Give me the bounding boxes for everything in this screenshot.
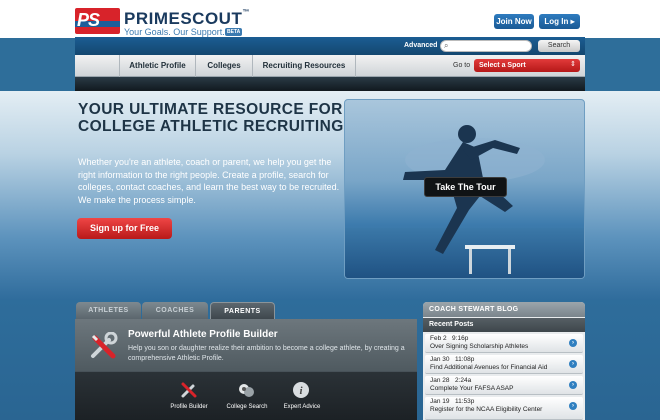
- blog-post[interactable]: Jan 30 11:08p Find Additional Avenues fo…: [425, 355, 583, 374]
- search-button[interactable]: Search: [538, 40, 580, 52]
- post-datetime: Jan 30 11:08p: [430, 356, 474, 363]
- college-search-icon[interactable]: [237, 381, 255, 399]
- post-time: 9:16p: [452, 335, 469, 342]
- join-now-button[interactable]: Join Now: [494, 14, 534, 29]
- blog-post[interactable]: Jan 28 2:24a Complete Your FAFSA ASAP ›: [425, 376, 583, 395]
- post-title: Find Additional Avenues for Financial Ai…: [430, 364, 548, 371]
- logo-mark[interactable]: PS: [75, 8, 120, 34]
- hero-text: Whether you're an athlete, coach or pare…: [78, 157, 340, 205]
- nav-item-colleges[interactable]: Colleges: [195, 55, 252, 77]
- brand-tm: ™: [242, 9, 250, 16]
- tab-parents[interactable]: PARENTS: [210, 302, 275, 319]
- chevron-right-icon[interactable]: ›: [569, 339, 577, 347]
- recent-posts-label: Recent Posts: [423, 318, 585, 332]
- beta-badge: BETA: [225, 28, 243, 36]
- blog-post[interactable]: Jan 19 11:53p Register for the NCAA Elig…: [425, 397, 583, 420]
- profile-builder-label[interactable]: Profile Builder: [168, 404, 210, 410]
- logo-text: PS: [77, 10, 100, 30]
- brand-name[interactable]: PRIMESCOUT™: [124, 9, 250, 29]
- tagline: Your Goals. Our Support.: [124, 27, 225, 37]
- log-in-button[interactable]: Log In ▸: [539, 14, 580, 29]
- take-the-tour-button[interactable]: Take The Tour: [424, 177, 507, 197]
- nav-item-recruiting-resources[interactable]: Recruiting Resources: [252, 55, 356, 77]
- chevron-updown-icon: ⇕: [570, 61, 576, 68]
- post-time: 2:24a: [454, 377, 472, 384]
- tab-coaches[interactable]: COACHES: [142, 302, 208, 319]
- profile-builder-text: Help you son or daughter realize their a…: [128, 345, 405, 362]
- profile-builder-icon[interactable]: [180, 381, 198, 399]
- post-date: Feb 2: [430, 335, 447, 342]
- college-search-label[interactable]: College Search: [225, 404, 269, 410]
- advanced-search-link[interactable]: Advanced: [404, 42, 437, 49]
- post-datetime: Jan 28 2:24a: [430, 377, 471, 384]
- sign-up-button[interactable]: Sign up for Free: [77, 218, 172, 239]
- blog-heading[interactable]: COACH STEWART BLOG: [423, 302, 585, 317]
- chevron-right-icon[interactable]: ›: [569, 402, 577, 410]
- post-time: 11:53p: [454, 398, 475, 405]
- tab-athletes[interactable]: ATHLETES: [76, 302, 141, 319]
- nav-shadow-strip: [75, 77, 585, 91]
- post-datetime: Feb 2 9:16p: [430, 335, 468, 342]
- chevron-right-icon[interactable]: ›: [569, 360, 577, 368]
- post-date: Jan 19: [430, 398, 450, 405]
- hero-title: YOUR ULTIMATE RESOURCE FOR COLLEGE ATHLE…: [78, 101, 344, 135]
- tools-icon: [91, 332, 118, 359]
- brand-text: PRIMESCOUT: [124, 9, 243, 28]
- search-icon[interactable]: ⌕: [444, 41, 448, 51]
- post-title: Complete Your FAFSA ASAP: [430, 385, 514, 392]
- info-icon[interactable]: i: [292, 381, 310, 399]
- log-in-label: Log In: [544, 17, 569, 26]
- nav-item-athletic-profile[interactable]: Athletic Profile: [119, 55, 195, 77]
- post-date: Jan 30: [430, 356, 450, 363]
- post-datetime: Jan 19 11:53p: [430, 398, 474, 405]
- blog-post[interactable]: Feb 2 9:16p Over Signing Scholarship Ath…: [425, 334, 583, 353]
- profile-builder-title: Powerful Athlete Profile Builder: [128, 329, 278, 340]
- goto-label: Go to: [453, 62, 471, 69]
- post-time: 11:08p: [454, 356, 475, 363]
- post-title: Over Signing Scholarship Athletes: [430, 343, 529, 350]
- chevron-right-icon: ▸: [570, 17, 575, 26]
- post-date: Jan 28: [430, 377, 450, 384]
- sport-select[interactable]: Select a Sport: [474, 59, 580, 72]
- chevron-right-icon[interactable]: ›: [569, 381, 577, 389]
- post-title: Register for the NCAA Eligibility Center: [430, 406, 543, 413]
- search-input[interactable]: [440, 40, 532, 52]
- expert-advice-label[interactable]: Expert Advice: [282, 404, 322, 410]
